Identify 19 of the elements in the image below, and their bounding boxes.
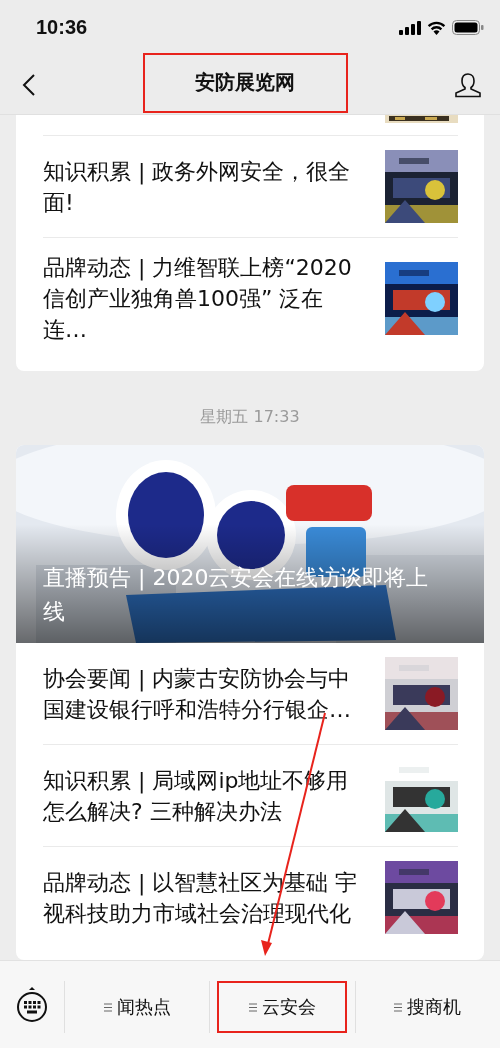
keyboard-icon bbox=[16, 987, 48, 1023]
article-headline: 品牌动态 | 力维智联上榜“2020信创产业独角兽100强” 泛在连… bbox=[43, 254, 353, 344]
menu-lines-icon bbox=[394, 1002, 403, 1012]
menu-button[interactable]: 搜商机 bbox=[362, 981, 493, 1033]
article-item[interactable]: 品牌动态 | 力维智联上榜“2020信创产业独角兽100强” 泛在连… bbox=[43, 237, 458, 371]
article-headline: 知识积累 | 政务外网安全，很全面! bbox=[43, 157, 352, 217]
article-item[interactable]: 知识积累 | 政务外网安全，很全面! bbox=[43, 135, 458, 237]
account-title: 安防展览网 bbox=[195, 69, 295, 96]
message-time: 星期五 17:33 bbox=[199, 406, 301, 428]
wifi-icon bbox=[427, 20, 446, 35]
article-headline: 协会要闻 | 内蒙古安防协会与中国建设银行呼和浩特分行银企… bbox=[43, 664, 352, 724]
menu-lines-icon bbox=[249, 1002, 257, 1012]
menu-lines-icon bbox=[103, 1002, 112, 1012]
battery-icon bbox=[452, 20, 484, 35]
menu-button[interactable]: 闻热点 bbox=[72, 981, 203, 1033]
clock-time: 10:36 bbox=[36, 16, 88, 39]
menu-button[interactable]: 云安会 bbox=[217, 981, 348, 1033]
article-item[interactable]: 协会要闻 | 内蒙古安防协会与中国建设银行呼和浩特分行银企… bbox=[43, 643, 458, 744]
signal-icon bbox=[399, 20, 421, 35]
